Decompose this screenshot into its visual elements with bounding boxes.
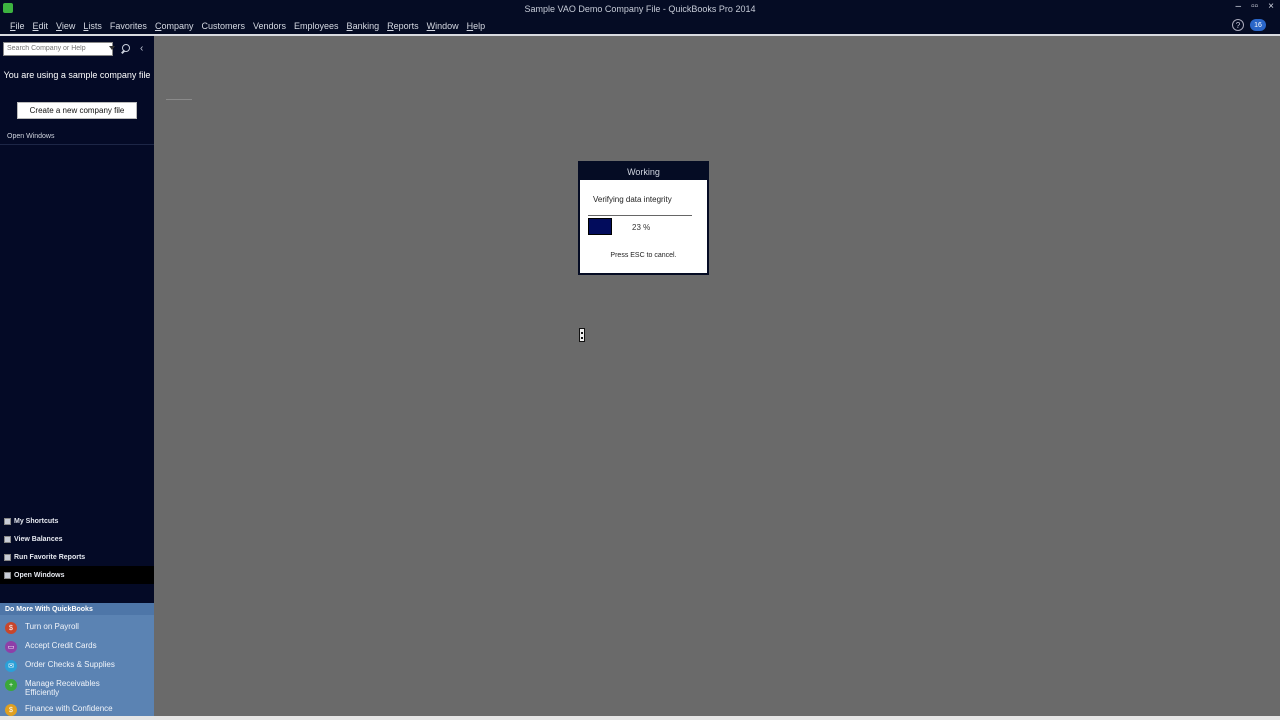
reports-icon [4, 553, 11, 561]
sidebar-item-run-favorite-reports[interactable]: Run Favorite Reports [0, 548, 154, 566]
menu-file[interactable]: File [10, 21, 25, 31]
search-row: ‹ [3, 41, 151, 56]
sidebar-item-label: View Balances [14, 535, 63, 543]
menu-favorites[interactable]: Favorites [110, 21, 147, 31]
sidebar-nav: My Shortcuts View Balances Run Favorite … [0, 512, 154, 584]
sidebar-item-open-windows[interactable]: Open Windows [0, 566, 154, 584]
progress-fill [588, 218, 612, 235]
menu-employees[interactable]: Employees [294, 21, 339, 31]
do-more-header: Do More With QuickBooks [0, 603, 154, 615]
window-title: Sample VAO Demo Company File - QuickBook… [524, 3, 756, 14]
windows-icon [4, 571, 11, 579]
progress-bar: 23 % [588, 215, 692, 235]
receivables-icon: + [5, 679, 17, 691]
search-icon[interactable] [121, 43, 131, 54]
minimize-button[interactable]: – [1236, 1, 1242, 12]
sidebar-item-label: My Shortcuts [14, 517, 59, 525]
working-dialog: Working Verifying data integrity 23 % Pr… [578, 161, 709, 275]
quickbooks-app-icon[interactable] [3, 3, 13, 13]
menu-view[interactable]: View [56, 21, 75, 31]
do-more-item-payroll[interactable]: $ Turn on Payroll [0, 622, 154, 634]
credit-card-icon: ▭ [5, 641, 17, 653]
menu-help[interactable]: Help [467, 21, 486, 31]
do-more-panel: Do More With QuickBooks $ Turn on Payrol… [0, 603, 154, 720]
progress-percent: 23 % [632, 223, 651, 232]
status-strip [0, 716, 1280, 720]
left-icon-bar: ‹ You are using a sample company file Cr… [0, 36, 154, 720]
sidebar-item-label: Open Windows [14, 571, 65, 579]
do-more-item-checks[interactable]: ✉ Order Checks & Supplies [0, 660, 154, 672]
menu-right-icons: ? 16 [1232, 19, 1266, 31]
menu-reports[interactable]: Reports [387, 21, 419, 31]
checks-icon: ✉ [5, 660, 17, 672]
do-more-label: Manage Receivables Efficiently [25, 679, 100, 697]
sample-company-note: You are using a sample company file [3, 70, 151, 80]
menu-lists[interactable]: Lists [83, 21, 102, 31]
sidebar-item-label: Run Favorite Reports [14, 553, 86, 561]
title-bar: Sample VAO Demo Company File - QuickBook… [0, 0, 1280, 17]
menu-vendors[interactable]: Vendors [253, 21, 286, 31]
window-controls: – ▫▫ × [1236, 1, 1275, 12]
menu-window[interactable]: Window [427, 21, 459, 31]
finance-icon: $ [5, 704, 17, 716]
main-workspace [154, 36, 1280, 720]
do-more-item-finance[interactable]: $ Finance with Confidence [0, 704, 154, 716]
menu-company[interactable]: Company [155, 21, 194, 31]
dialog-message: Verifying data integrity [593, 195, 672, 204]
do-more-item-receivables[interactable]: + Manage Receivables Efficiently [0, 679, 154, 697]
do-more-label: Turn on Payroll [25, 622, 79, 631]
do-more-label: Finance with Confidence [25, 704, 113, 713]
menu-banking[interactable]: Banking [347, 21, 380, 31]
open-windows-header: Open Windows [0, 133, 154, 145]
do-more-label: Order Checks & Supplies [25, 660, 115, 669]
help-icon[interactable]: ? [1232, 19, 1244, 31]
menu-edit[interactable]: Edit [33, 21, 49, 31]
restore-button[interactable]: ▫▫ [1251, 1, 1258, 12]
menu-customers[interactable]: Customers [201, 21, 245, 31]
sidebar-item-my-shortcuts[interactable]: My Shortcuts [0, 512, 154, 530]
sidebar-item-view-balances[interactable]: View Balances [0, 530, 154, 548]
payroll-icon: $ [5, 622, 17, 634]
search-input[interactable] [3, 41, 113, 56]
cancel-hint: Press ESC to cancel. [610, 252, 677, 259]
busy-cursor-icon [579, 328, 585, 342]
do-more-item-credit-cards[interactable]: ▭ Accept Credit Cards [0, 641, 154, 653]
search-dropdown-icon[interactable] [109, 46, 115, 50]
dialog-title: Working [580, 163, 707, 180]
shortcuts-icon [4, 517, 11, 525]
close-button[interactable]: × [1268, 1, 1274, 12]
progress-track-line [588, 215, 692, 216]
notification-badge-icon[interactable]: 16 [1250, 19, 1266, 31]
do-more-label: Accept Credit Cards [25, 641, 97, 650]
collapse-sidebar-icon[interactable]: ‹ [140, 43, 143, 54]
menu-bar: File Edit View Lists Favorites Company C… [0, 17, 1280, 34]
create-company-button[interactable]: Create a new company file [17, 102, 137, 119]
workspace-divider [166, 99, 192, 100]
balances-icon [4, 535, 11, 543]
